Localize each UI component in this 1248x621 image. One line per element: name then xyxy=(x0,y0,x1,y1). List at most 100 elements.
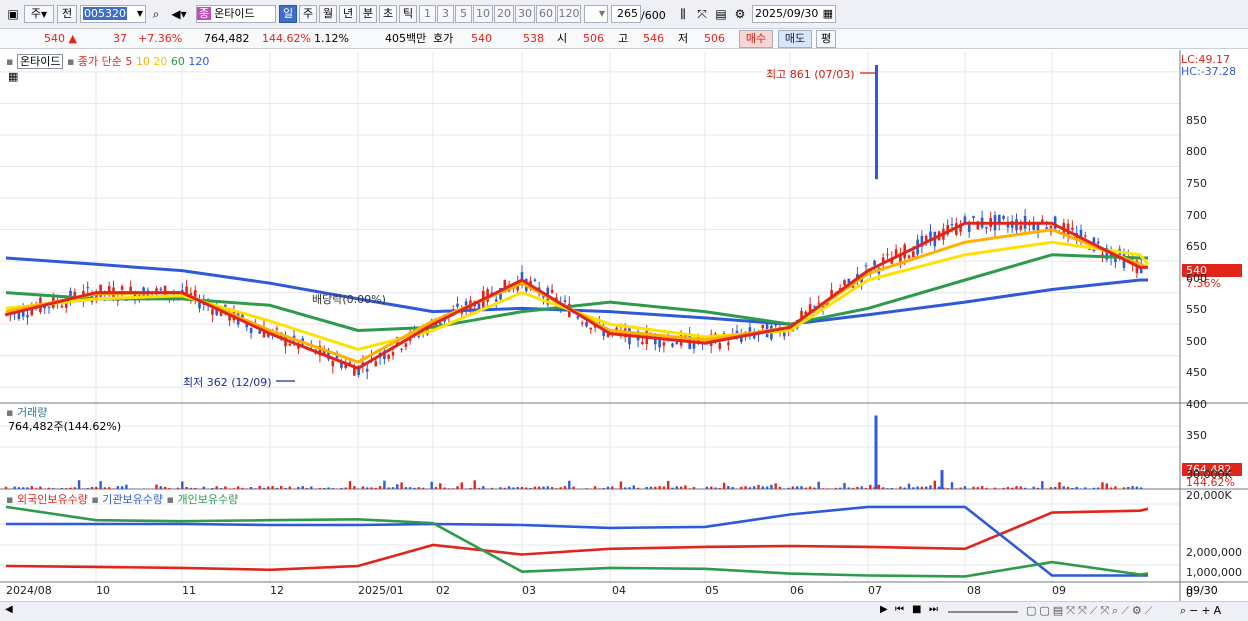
volume-bar xyxy=(1122,487,1126,489)
candle-icon[interactable]: ⫼ xyxy=(675,5,691,23)
candle-body xyxy=(494,299,498,302)
legend-stock[interactable]: 온타이드 xyxy=(16,54,64,69)
volume-bar xyxy=(602,487,605,489)
holding-foreign: 외국인보유수량 xyxy=(16,493,88,506)
sell-button[interactable]: 매도 xyxy=(778,30,812,48)
save-icon[interactable]: ▤ xyxy=(713,5,729,23)
zoom-icons[interactable]: ⌕−+A xyxy=(1180,604,1224,618)
search-icon[interactable]: ⌕ xyxy=(148,5,164,23)
volume-bar xyxy=(421,487,425,489)
dividend-annotation: 배당락(0.00%) xyxy=(312,293,386,306)
tool-icons[interactable]: ▢▢▤⤧⤧⟋⤧⌕⟋⚙⟋ xyxy=(1026,604,1155,618)
stop-icon[interactable]: ■ xyxy=(912,604,921,615)
volume-bar xyxy=(980,486,984,489)
screen-icon[interactable]: ▣ xyxy=(6,5,20,23)
price-legend: ▪ 온타이드 ▪ 종가 단순 5 10 20 60 120 xyxy=(6,53,209,69)
toolbar: ▣ 주▼ 전 005320 ▼ ⌕ ◀▾ 종 온타이드 일 주 월 년 분 초 틱 … xyxy=(0,0,1248,29)
volume-bar xyxy=(73,487,76,489)
bid-value: 538 xyxy=(523,32,544,45)
volume-bar xyxy=(654,486,657,489)
interval-60[interactable]: 60 xyxy=(536,5,556,23)
period-button[interactable]: 전 xyxy=(57,5,77,23)
tab-tick[interactable]: 틱 xyxy=(399,5,417,23)
legend-ma10: 10 xyxy=(135,55,150,68)
chart-area[interactable] xyxy=(0,49,1248,601)
volume-bar xyxy=(555,488,558,489)
grid-icon[interactable]: ▦ xyxy=(8,70,18,83)
volume-bar xyxy=(946,488,949,489)
volume-bar xyxy=(791,486,795,489)
open-label: 시 xyxy=(557,32,568,45)
speaker-icon[interactable]: ◀▾ xyxy=(166,5,192,23)
count-input[interactable]: 265 xyxy=(611,5,641,23)
interval-3[interactable]: 3 xyxy=(437,5,454,23)
volume-bar xyxy=(1097,487,1100,489)
holding-institution: 기관보유수량 xyxy=(102,493,164,506)
volume-bar xyxy=(189,487,193,489)
legend-dot-2: ▪ xyxy=(66,55,75,68)
interval-10[interactable]: 10 xyxy=(473,5,493,23)
y-holding-label: 2,000,000 xyxy=(1186,546,1242,559)
y-volume-label: 30,000K xyxy=(1186,468,1232,481)
candle-body xyxy=(365,368,369,372)
tab-second[interactable]: 초 xyxy=(379,5,397,23)
volume-bar xyxy=(748,487,752,489)
volume-bar xyxy=(237,486,240,489)
volume-bar xyxy=(370,487,373,489)
code-input[interactable]: 005320 ▼ xyxy=(80,5,146,23)
volume-bar xyxy=(284,487,287,489)
volume-bar xyxy=(658,486,661,489)
scroll-left-icon[interactable]: ◀ xyxy=(5,604,13,615)
turnover-value: 1.12% xyxy=(314,32,349,45)
interval-120[interactable]: 120 xyxy=(557,5,581,23)
y-price-label: 650 xyxy=(1186,240,1207,254)
interval-30[interactable]: 30 xyxy=(515,5,535,23)
stock-name-field[interactable]: 종 온타이드 xyxy=(196,5,276,23)
volume-bar xyxy=(17,487,21,489)
gear-icon[interactable]: ⚙ xyxy=(732,5,748,23)
volume-bar xyxy=(688,488,691,489)
candle-body xyxy=(576,316,580,319)
date-value: 2025/09/30 xyxy=(755,7,819,20)
volume-bar xyxy=(1036,487,1040,489)
volume-bar xyxy=(86,488,89,489)
scroll-right-icon[interactable]: ▶ xyxy=(880,604,888,615)
y-price-label: 450 xyxy=(1186,366,1207,380)
tab-week[interactable]: 주 xyxy=(299,5,317,23)
interval-select[interactable]: ▼ xyxy=(584,5,608,23)
date-input[interactable]: 2025/09/30 ▦ xyxy=(752,5,836,23)
volume-bar xyxy=(490,487,494,489)
eval-button[interactable]: 평 xyxy=(816,30,836,48)
volume-bar xyxy=(125,484,128,489)
tab-minute[interactable]: 분 xyxy=(359,5,377,23)
volume-bar xyxy=(839,487,842,489)
volume-bar xyxy=(675,486,678,489)
interval-5[interactable]: 5 xyxy=(455,5,472,23)
volume-bar xyxy=(671,487,674,489)
tab-year[interactable]: 년 xyxy=(339,5,357,23)
interval-1[interactable]: 1 xyxy=(419,5,436,23)
volume-bar xyxy=(886,488,889,489)
volume-bar xyxy=(215,486,218,489)
candle-body xyxy=(1041,219,1044,222)
candle-body xyxy=(580,322,584,324)
tab-day[interactable]: 일 xyxy=(279,5,297,23)
change-pct: +7.36% xyxy=(138,32,183,45)
volume-bar xyxy=(430,481,433,489)
buy-button[interactable]: 매수 xyxy=(739,30,773,48)
interval-20[interactable]: 20 xyxy=(494,5,514,23)
chevron-down-icon[interactable]: ▼ xyxy=(137,6,143,22)
prev-icon[interactable]: ⏮ xyxy=(895,604,904,615)
zoom-slider[interactable] xyxy=(948,611,1018,613)
candle-body xyxy=(30,309,34,316)
holding-legend: ▪ 외국인보유수량 ▪ 기관보유수량 ▪ 개인보유수량 xyxy=(6,493,239,506)
mode-dropdown[interactable]: 주▼ xyxy=(24,5,54,23)
code-value: 005320 xyxy=(83,7,127,20)
volume-bar xyxy=(90,487,94,489)
tab-month[interactable]: 월 xyxy=(319,5,337,23)
volume-bar xyxy=(241,487,244,489)
next-icon[interactable]: ⏭ xyxy=(929,604,938,615)
calendar-icon[interactable]: ▦ xyxy=(823,6,833,22)
crosshair-icon[interactable]: ⤧ xyxy=(694,5,710,23)
volume-bar xyxy=(843,482,846,489)
